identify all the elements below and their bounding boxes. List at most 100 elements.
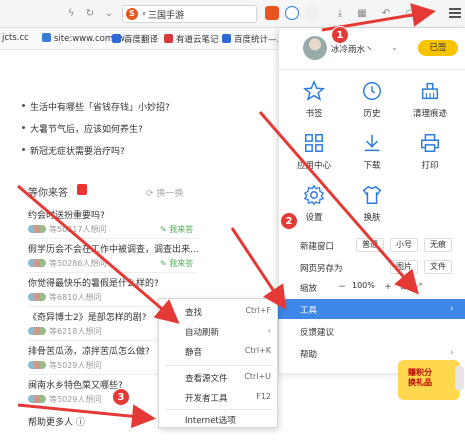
bookmark-item-fanyi[interactable]: 百度翻译 <box>112 33 158 45</box>
help-more-label: 帮助更多人 <box>28 418 74 428</box>
submenu-label: 查找 <box>185 308 203 318</box>
card-icon[interactable] <box>305 6 319 20</box>
divider <box>165 409 273 410</box>
grid-label: 历史 <box>363 109 381 119</box>
chevron-down-icon[interactable]: ⌄ <box>103 8 115 20</box>
menu-item-history[interactable]: 历史 <box>342 80 402 119</box>
avatar-stack <box>28 293 46 301</box>
question-title[interactable]: 闽南水乡特色菜又哪些? <box>28 378 123 391</box>
submenu-item-internet-options[interactable]: Internet选项 <box>159 411 279 427</box>
submenu-item-auto-refresh[interactable]: 自动刷新 › <box>159 323 279 339</box>
feedback-item[interactable]: 反馈建议 <box>300 326 334 338</box>
question-title[interactable]: 《奇异博士2》是部怎样的剧? <box>28 310 147 323</box>
search-box[interactable]: S ▾ 三国手游 <box>122 5 257 23</box>
search-engine-logo-icon[interactable]: S <box>126 8 138 20</box>
settings-toolbar-icon[interactable]: ○ <box>404 8 416 20</box>
globe-icon[interactable] <box>285 6 299 20</box>
promo-line: 换礼品 <box>408 378 432 387</box>
fullscreen-icon[interactable]: ⤢ <box>412 280 424 294</box>
promo-text: 赚积分 换礼品 <box>408 368 432 388</box>
shortcut-label: Ctrl+U <box>244 372 271 381</box>
user-row: 冰冷雨水丶 ⌄ 已签 <box>279 28 465 70</box>
clock-icon <box>363 82 381 100</box>
question-meta: 等6218人想问 <box>28 326 101 337</box>
zoom-value: 100% <box>352 281 375 290</box>
submenu-label: 自动刷新 <box>185 328 220 338</box>
answer-button[interactable]: ✎ 我来答 <box>160 258 193 269</box>
bookmark-label: 百度翻译 <box>124 35 159 45</box>
asked-count: 等6218人想问 <box>49 327 102 336</box>
zoom-in-button[interactable]: + <box>382 280 394 294</box>
refresh-label: 换一换 <box>156 189 184 199</box>
help-more-link[interactable]: 帮助更多人 ⓘ <box>28 415 85 428</box>
username[interactable]: 冰冷雨水丶 <box>331 43 374 55</box>
grid-label: 换肤 <box>363 213 381 223</box>
new-window-incognito-button[interactable]: 无痕 <box>424 238 452 252</box>
avatar[interactable] <box>303 36 327 60</box>
submenu-item-devtools[interactable]: 开发者工具 F12 <box>159 389 279 405</box>
question-title[interactable]: 你觉得最快乐的暑假是什么样的? <box>28 276 159 289</box>
chevron-right-icon: › <box>267 326 271 335</box>
signin-button[interactable]: 已签 <box>418 40 458 56</box>
submenu-label: 静音 <box>185 348 203 358</box>
save-as-image-button[interactable]: 图片 <box>390 260 418 274</box>
refresh-icon[interactable]: ↻ <box>84 8 96 20</box>
divider <box>165 365 273 366</box>
help-item[interactable]: 帮助 <box>300 348 317 360</box>
menu-item-apps[interactable]: 应用中心 <box>284 132 344 171</box>
save-as-label: 网页另存为 <box>300 264 343 274</box>
divider <box>28 238 198 239</box>
menu-item-print[interactable]: 打印 <box>400 132 460 171</box>
top-question-link[interactable]: 大暑节气后，应该如何养生? <box>22 122 143 135</box>
answer-button[interactable]: ✎ 我来答 <box>160 224 193 235</box>
extension-icon[interactable] <box>265 6 279 20</box>
top-question-link[interactable]: 新冠无症状需要治疗吗? <box>22 144 125 157</box>
submenu-label: 查看源文件 <box>185 374 228 384</box>
lock-icon[interactable]: ⊡ <box>398 280 410 294</box>
question-title[interactable]: 排骨苦瓜汤，凉拌苦瓜怎么做? <box>28 344 150 357</box>
menu-item-clean[interactable]: 清理痕迹 <box>400 80 460 119</box>
new-window-normal-button[interactable]: 普通 <box>356 238 384 252</box>
asked-count: 等50317人想问 <box>49 225 107 234</box>
main-menu-button[interactable] <box>447 6 463 22</box>
zoom-out-button[interactable]: − <box>336 280 348 294</box>
grid-toolbar-icon[interactable]: ▦ <box>356 8 368 20</box>
shortcut-label: Ctrl+K <box>244 346 271 355</box>
top-question-link[interactable]: 生活中有哪些「省钱存钱」小妙招? <box>22 100 170 113</box>
asked-count: 等50286人想问 <box>49 259 107 268</box>
question-meta: 等5029人想问 <box>28 360 101 371</box>
red-packet-icon <box>77 184 87 195</box>
avatar-stack <box>28 361 46 369</box>
grid-label: 书签 <box>305 109 323 119</box>
bookmark-label: 有道云笔记 <box>176 35 219 45</box>
question-title[interactable]: 假学历会不会在工作中被调查，调查出来... <box>28 242 199 255</box>
question-meta: 等50317人想问 <box>28 224 106 235</box>
shortcut-label: Ctrl+F <box>245 306 271 315</box>
lightning-icon[interactable]: ϟ <box>65 8 77 20</box>
download-toolbar-icon[interactable]: ⤓ <box>334 8 346 20</box>
bookmark-item-youdao[interactable]: 有道云笔记 <box>164 33 219 45</box>
question-title[interactable]: 约会时送扮重要吗? <box>28 208 105 221</box>
submenu-item-view-source[interactable]: 查看源文件 Ctrl+U <box>159 369 279 385</box>
new-window-small-button[interactable]: 小号 <box>390 238 418 252</box>
save-as-file-button[interactable]: 文件 <box>424 260 452 274</box>
menu-item-bookmarks[interactable]: 书签 <box>284 80 344 119</box>
refresh-button[interactable]: ⟳ 换一换 <box>146 186 183 199</box>
promo-line: 赚积分 <box>408 368 432 377</box>
divider <box>28 272 198 273</box>
scrollbar[interactable] <box>455 366 464 390</box>
promo-badge[interactable]: 赚积分 换礼品 <box>398 360 460 400</box>
chevron-down-icon[interactable]: ⌄ <box>391 43 398 52</box>
bookmarks-bar: jcts.cc site:www.comcw... 百度翻译 有道云笔记 百度统… <box>0 28 285 50</box>
submenu-item-find[interactable]: 查找 Ctrl+F <box>159 303 279 319</box>
asked-count: 等5029人想问 <box>49 395 102 404</box>
menu-item-skin[interactable]: 换肤 <box>342 184 402 223</box>
undo-icon[interactable]: ↶ <box>380 8 392 20</box>
question-meta: 等5029人想问 <box>28 394 101 405</box>
menu-item-download[interactable]: 下载 <box>342 132 402 171</box>
submenu-item-mute[interactable]: 静音 Ctrl+K <box>159 343 279 359</box>
printer-icon <box>421 134 439 152</box>
avatar-stack <box>28 225 46 233</box>
grid-label: 清理痕迹 <box>412 109 447 119</box>
bookmark-item-tongji[interactable]: 百度统计—... <box>222 33 285 45</box>
